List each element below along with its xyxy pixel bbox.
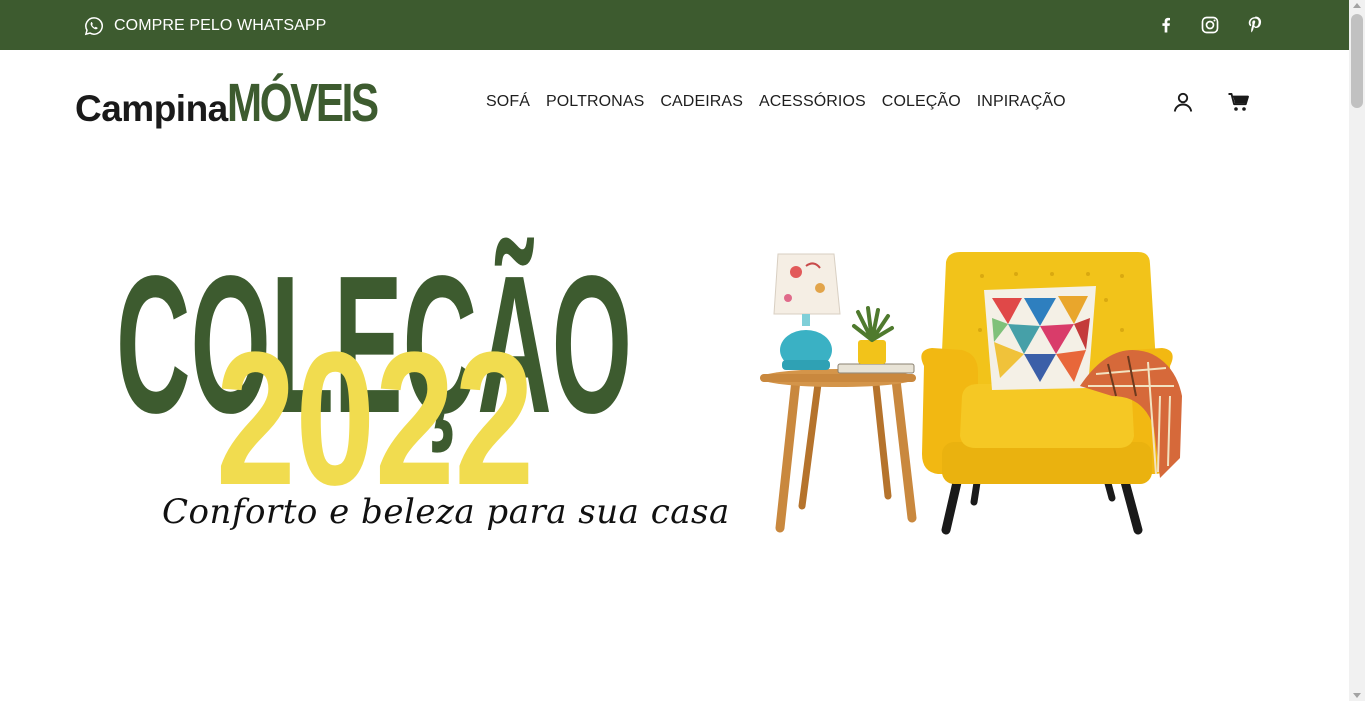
page: COMPRE PELO WHATSAPP Campina MÓVEIS SOFÁ… xyxy=(0,0,1349,701)
nav-item-inspiracao[interactable]: INPIRAÇÃO xyxy=(977,93,1066,111)
cart-icon[interactable] xyxy=(1227,90,1251,114)
scrollbar-thumb[interactable] xyxy=(1351,14,1363,108)
user-icon[interactable] xyxy=(1171,90,1195,114)
nav-item-cadeiras[interactable]: CADEIRAS xyxy=(660,93,743,111)
logo-text-moveis: MÓVEIS xyxy=(227,73,379,133)
nav-item-poltronas[interactable]: POLTRONAS xyxy=(546,93,644,111)
main-nav: SOFÁ POLTRONAS CADEIRAS ACESSÓRIOS COLEÇ… xyxy=(486,93,1066,111)
page-scrollbar[interactable] xyxy=(1349,0,1365,701)
scroll-up-arrow-icon[interactable] xyxy=(1353,3,1361,8)
site-header: Campina MÓVEIS SOFÁ POLTRONAS CADEIRAS A… xyxy=(0,50,1349,154)
whatsapp-label: COMPRE PELO WHATSAPP xyxy=(114,17,327,34)
nav-item-acessorios[interactable]: ACESSÓRIOS xyxy=(759,93,866,111)
facebook-icon[interactable] xyxy=(1156,15,1176,35)
nav-item-colecao[interactable]: COLEÇÃO xyxy=(882,93,961,111)
hero-tagline: Conforto e beleza para sua casa xyxy=(162,492,730,532)
pinterest-icon[interactable] xyxy=(1245,15,1265,35)
armchair-image xyxy=(760,252,1182,535)
top-bar: COMPRE PELO WHATSAPP xyxy=(0,0,1349,50)
nav-item-sofa[interactable]: SOFÁ xyxy=(486,93,530,111)
instagram-icon[interactable] xyxy=(1200,15,1220,35)
whatsapp-icon xyxy=(84,17,103,36)
logo-text-campina: Campina xyxy=(75,88,228,129)
scroll-down-arrow-icon[interactable] xyxy=(1353,693,1361,698)
whatsapp-link[interactable]: COMPRE PELO WHATSAPP xyxy=(84,16,326,36)
hero-banner[interactable]: COLEÇÃO 2022 Conforto e beleza para sua … xyxy=(0,154,1349,701)
